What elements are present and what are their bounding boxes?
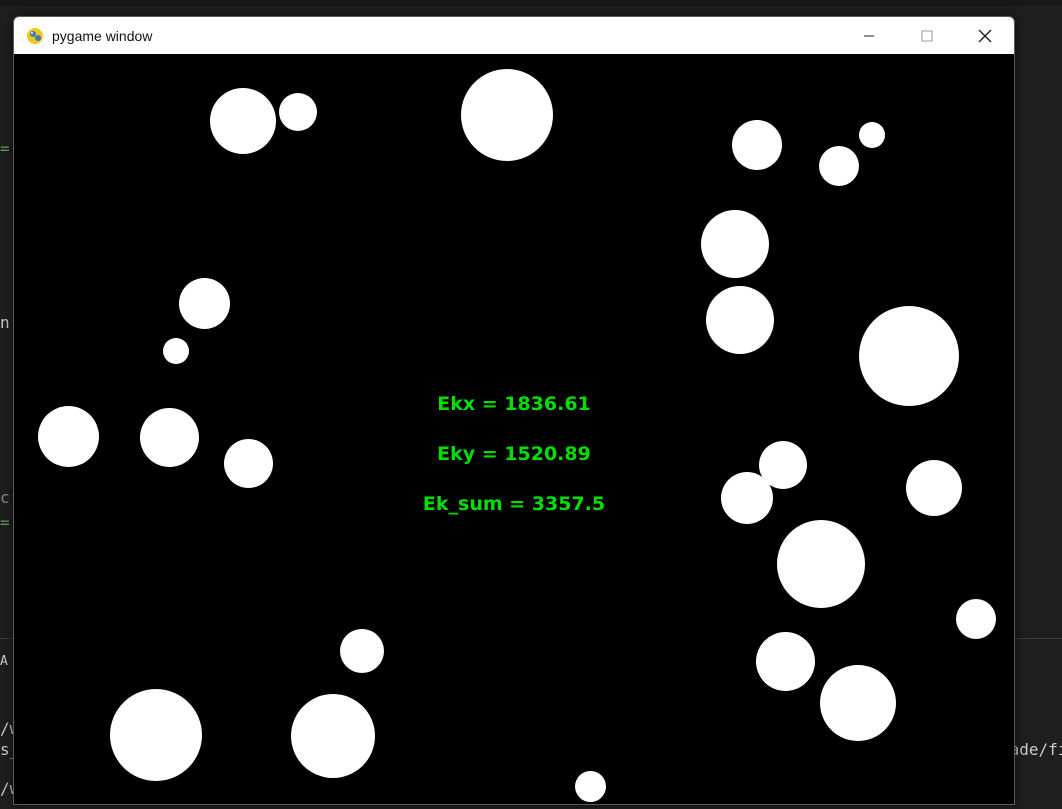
- ball: [701, 210, 769, 278]
- close-button[interactable]: [956, 17, 1014, 54]
- pygame-snake-icon: [24, 25, 46, 47]
- ball: [179, 278, 230, 329]
- editor-fragment: c: [0, 488, 10, 507]
- window-controls: [840, 17, 1014, 54]
- ball: [859, 122, 885, 148]
- window-title: pygame window: [52, 27, 153, 44]
- ball: [859, 306, 959, 406]
- ball: [820, 665, 896, 741]
- ball: [340, 629, 384, 673]
- ball: [706, 286, 774, 354]
- maximize-button[interactable]: [898, 17, 956, 54]
- ball: [110, 689, 202, 781]
- ekx-readout: Ekx = 1836.61: [437, 393, 591, 415]
- minimize-icon: [864, 35, 874, 36]
- game-canvas[interactable]: Ekx = 1836.61 Eky = 1520.89 Ek_sum = 335…: [14, 54, 1014, 804]
- ball: [956, 599, 996, 639]
- ball: [291, 694, 375, 778]
- editor-fragment: =: [0, 513, 10, 532]
- ball: [163, 338, 189, 364]
- ball: [575, 771, 606, 802]
- terminal-tab-fragment: A: [0, 654, 8, 669]
- ball: [461, 69, 553, 161]
- pygame-window[interactable]: pygame window Ekx = 1836.61 Eky = 1520.8…: [13, 16, 1015, 805]
- editor-fragment: n: [0, 313, 10, 332]
- ball: [756, 632, 815, 691]
- title-bar[interactable]: pygame window: [14, 17, 1014, 54]
- ball: [777, 520, 865, 608]
- ball: [279, 93, 317, 131]
- ball: [819, 146, 859, 186]
- minimize-button[interactable]: [840, 17, 898, 54]
- maximize-icon: [921, 30, 933, 41]
- editor-fragment: =: [0, 139, 10, 158]
- ek-sum-readout: Ek_sum = 3357.5: [422, 493, 606, 515]
- close-icon: [978, 29, 992, 42]
- ball: [210, 88, 276, 154]
- desktop: = n c = A /w s_ /w lade/fi pygame window: [0, 0, 1062, 809]
- editor-top-bar: [0, 0, 1062, 6]
- eky-readout: Eky = 1520.89: [437, 443, 591, 465]
- ball: [732, 120, 782, 170]
